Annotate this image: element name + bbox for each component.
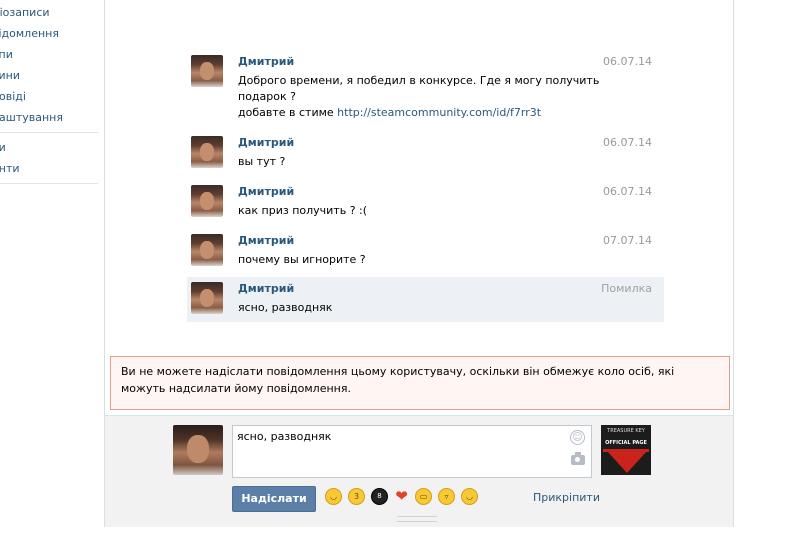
message-date: 07.07.14: [603, 234, 652, 247]
blush-emoji-icon[interactable]: ◡: [461, 488, 478, 505]
message-date: 06.07.14: [603, 136, 652, 149]
smile-emoji-icon[interactable]: ◡: [325, 488, 342, 505]
emoji-bar: ◡ 3 8 ❤ ▭ ▿ ◡: [325, 488, 484, 506]
left-sidebar: діозаписи відомлення упи вини ловіді лаш…: [0, 0, 100, 188]
steam-profile-link[interactable]: http://steamcommunity.com/id/f7rr3t: [337, 106, 541, 119]
message-date: 06.07.14: [603, 185, 652, 198]
sidebar-divider: [0, 132, 98, 133]
sidebar-item-news[interactable]: вини: [0, 65, 100, 86]
sidebar-item-audio[interactable]: діозаписи: [0, 2, 100, 23]
privacy-warning: Ви не можете надіслати повідомлення цьом…: [110, 356, 730, 410]
heart-emoji-icon[interactable]: ❤: [394, 489, 409, 504]
avatar[interactable]: [191, 136, 223, 168]
attached-game-thumbnail[interactable]: TREASURE KEY OFFICIAL PAGE: [601, 425, 651, 475]
sidebar-item-documents[interactable]: ки: [0, 137, 100, 158]
sidebar-item-groups[interactable]: упи: [0, 44, 100, 65]
eight-ball-emoji-icon[interactable]: 8: [371, 488, 388, 505]
wink-kiss-emoji-icon[interactable]: 3: [348, 488, 365, 505]
message-text: как приз получить ? :(: [238, 204, 368, 217]
avatar[interactable]: [191, 282, 223, 314]
sidebar-item-answers[interactable]: ловіді: [0, 86, 100, 107]
message-author[interactable]: Дмитрий: [238, 136, 294, 149]
message-item[interactable]: Дмитрий 06.07.14 вы тут ?: [187, 131, 664, 176]
message-item-failed[interactable]: Дмитрий Помилка ясно, разводняк: [187, 277, 664, 322]
send-button[interactable]: Надіслати: [232, 486, 316, 512]
message-text: ясно, разводняк: [238, 301, 333, 314]
message-input[interactable]: ясно, разводняк ☺: [232, 425, 592, 478]
message-text: Доброго времени, я победил в конкурсе. Г…: [238, 74, 600, 119]
sidebar-item-settings[interactable]: лаштування: [0, 107, 100, 128]
message-item[interactable]: Дмитрий 07.07.14 почему вы игнорите ?: [187, 229, 664, 274]
avatar[interactable]: [191, 234, 223, 266]
attach-button[interactable]: Прикріпити: [533, 491, 600, 504]
message-error-status: Помилка: [601, 282, 652, 295]
message-item[interactable]: Дмитрий 06.07.14 Доброго времени, я побе…: [187, 50, 664, 127]
sidebar-item-messages[interactable]: відомлення: [0, 23, 100, 44]
laugh-emoji-icon[interactable]: ▿: [438, 488, 455, 505]
message-text: вы тут ?: [238, 155, 286, 168]
emoji-picker-icon[interactable]: ☺: [570, 430, 585, 445]
message-item[interactable]: Дмитрий 06.07.14 как приз получить ? :(: [187, 180, 664, 225]
camera-icon[interactable]: [571, 452, 585, 465]
sidebar-divider: [0, 183, 98, 184]
dialog-panel: Дмитрий 06.07.14 Доброго времени, я побе…: [104, 0, 734, 527]
message-author[interactable]: Дмитрий: [238, 185, 294, 198]
message-author[interactable]: Дмитрий: [238, 234, 294, 247]
grin-emoji-icon[interactable]: ▭: [415, 488, 432, 505]
resize-handle[interactable]: [397, 516, 437, 522]
message-composer: ясно, разводняк ☺ TREASURE KEY OFFICIAL …: [105, 415, 733, 527]
message-author[interactable]: Дмитрий: [238, 282, 294, 295]
message-author[interactable]: Дмитрий: [238, 55, 294, 68]
message-text: почему вы игнорите ?: [238, 253, 366, 266]
sidebar-item-comments[interactable]: енти: [0, 158, 100, 179]
avatar[interactable]: [191, 55, 223, 87]
message-date: 06.07.14: [603, 55, 652, 68]
my-avatar[interactable]: [173, 425, 223, 475]
avatar[interactable]: [191, 185, 223, 217]
